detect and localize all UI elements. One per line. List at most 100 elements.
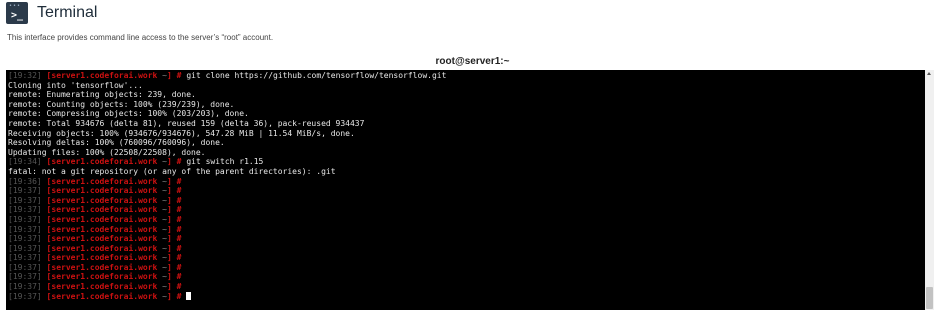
output-text: Resolving deltas: 100% (760096/760096), … <box>8 138 225 148</box>
terminal-scrollbar[interactable] <box>925 70 934 310</box>
prompt-symbol: # <box>176 214 182 224</box>
prompt-time: [19:37] <box>8 291 42 301</box>
terminal-output-line: Updating files: 100% (22508/22508), done… <box>8 148 923 158</box>
prompt-time: [19:37] <box>8 214 42 224</box>
terminal-output-line: fatal: not a git repository (or any of t… <box>8 167 923 177</box>
output-text: Receiving objects: 100% (934676/934676),… <box>8 128 355 138</box>
prompt-symbol: # <box>176 272 182 282</box>
prompt-bracket: ] <box>167 253 172 263</box>
terminal-output-line: Receiving objects: 100% (934676/934676),… <box>8 129 923 139</box>
prompt-command: git clone https://github.com/tensorflow/… <box>186 71 447 80</box>
prompt-symbol: # <box>176 176 182 186</box>
terminal-prompt-line: [19:37] [server1.codeforai.work ~] # <box>8 282 923 292</box>
prompt-bracket: ] <box>167 214 172 224</box>
prompt-bracket: ] <box>167 195 172 205</box>
output-text: remote: Counting objects: 100% (239/239)… <box>8 99 235 109</box>
terminal-prompt-line: [19:36] [server1.codeforai.work ~] # <box>8 177 923 187</box>
terminal-prompt-line: [19:37] [server1.codeforai.work ~] # <box>8 253 923 263</box>
prompt-time: [19:37] <box>8 224 42 234</box>
prompt-bracket: ] <box>167 272 172 282</box>
prompt-symbol: # <box>176 234 182 244</box>
prompt-symbol: # <box>176 243 182 253</box>
prompt-bracket: ] <box>167 224 172 234</box>
prompt-bracket: ] <box>167 157 172 167</box>
terminal-prompt-line: [19:37] [server1.codeforai.work ~] # <box>8 225 923 235</box>
prompt-host: server1.codeforai.work <box>51 262 158 272</box>
prompt-time: [19:34] <box>8 157 42 167</box>
terminal-prompt-line: [19:37] [server1.codeforai.work ~] # <box>8 291 923 302</box>
prompt-time: [19:37] <box>8 205 42 215</box>
prompt-symbol: # <box>176 157 182 167</box>
prompt-host: server1.codeforai.work <box>51 186 158 196</box>
terminal-prompt-line: [19:37] [server1.codeforai.work ~] # <box>8 186 923 196</box>
terminal-icon: ••• >_ <box>6 2 28 24</box>
prompt-host: server1.codeforai.work <box>51 253 158 263</box>
terminal-prompt-line: [19:37] [server1.codeforai.work ~] # <box>8 244 923 254</box>
page-header: ••• >_ Terminal <box>6 2 97 24</box>
prompt-host: server1.codeforai.work <box>51 282 158 292</box>
prompt-command: git switch r1.15 <box>186 157 264 167</box>
prompt-bracket: ] <box>167 243 172 253</box>
prompt-host: server1.codeforai.work <box>51 195 158 205</box>
prompt-time: [19:37] <box>8 195 42 205</box>
prompt-time: [19:37] <box>8 234 42 244</box>
prompt-bracket: ] <box>167 176 172 186</box>
prompt-bracket: ] <box>167 205 172 215</box>
output-text: Updating files: 100% (22508/22508), done… <box>8 147 206 157</box>
terminal-output-line: remote: Total 934676 (delta 81), reused … <box>8 119 923 129</box>
prompt-bracket: ] <box>167 71 172 80</box>
prompt-host: server1.codeforai.work <box>51 157 158 167</box>
output-text: fatal: not a git repository (or any of t… <box>8 166 336 176</box>
terminal-prompt-line: [19:37] [server1.codeforai.work ~] # <box>8 272 923 282</box>
prompt-time: [19:37] <box>8 186 42 196</box>
prompt-symbol: # <box>176 205 182 215</box>
scrollbar-thumb[interactable] <box>926 287 933 309</box>
output-text: remote: Total 934676 (delta 81), reused … <box>8 118 365 128</box>
output-text: remote: Enumerating objects: 239, done. <box>8 90 196 100</box>
terminal-window[interactable]: [19:32] [server1.codeforai.work ~] # git… <box>6 70 925 310</box>
terminal-output-line: Cloning into 'tensorflow'... <box>8 81 923 91</box>
prompt-symbol: # <box>176 291 182 301</box>
prompt-bracket: ] <box>167 234 172 244</box>
prompt-host: server1.codeforai.work <box>51 272 158 282</box>
terminal-output-line: remote: Enumerating objects: 239, done. <box>8 90 923 100</box>
terminal-prompt-line: [19:34] [server1.codeforai.work ~] # git… <box>8 157 923 167</box>
terminal-prompt-line: [19:37] [server1.codeforai.work ~] # <box>8 196 923 206</box>
terminal-output: [19:32] [server1.codeforai.work ~] # git… <box>6 70 925 301</box>
terminal-prompt-line: [19:37] [server1.codeforai.work ~] # <box>8 215 923 225</box>
prompt-host: server1.codeforai.work <box>51 234 158 244</box>
prompt-bracket: ] <box>167 186 172 196</box>
prompt-host: server1.codeforai.work <box>51 291 158 301</box>
prompt-host: server1.codeforai.work <box>51 205 158 215</box>
prompt-symbol: # <box>176 195 182 205</box>
terminal-output-line: remote: Counting objects: 100% (239/239)… <box>8 100 923 110</box>
terminal-prompt-line: [19:32] [server1.codeforai.work ~] # git… <box>8 71 923 81</box>
prompt-host: server1.codeforai.work <box>51 71 158 80</box>
prompt-time: [19:37] <box>8 282 42 292</box>
prompt-time: [19:37] <box>8 272 42 282</box>
prompt-symbol: # <box>176 253 182 263</box>
terminal-prompt-line: [19:37] [server1.codeforai.work ~] # <box>8 205 923 215</box>
terminal-prompt-line: [19:37] [server1.codeforai.work ~] # <box>8 234 923 244</box>
prompt-time: [19:37] <box>8 253 42 263</box>
scroll-up-icon[interactable] <box>927 72 931 75</box>
prompt-symbol: # <box>176 262 182 272</box>
prompt-time: [19:37] <box>8 243 42 253</box>
prompt-symbol: # <box>176 224 182 234</box>
prompt-time: [19:36] <box>8 176 42 186</box>
prompt-bracket: ] <box>167 262 172 272</box>
prompt-time: [19:37] <box>8 262 42 272</box>
terminal-cursor[interactable] <box>186 291 192 300</box>
page-title: Terminal <box>37 4 98 21</box>
output-text: Cloning into 'tensorflow'... <box>8 80 143 90</box>
prompt-host: server1.codeforai.work <box>51 176 158 186</box>
terminal-output-line: Resolving deltas: 100% (760096/760096), … <box>8 138 923 148</box>
output-text: remote: Compressing objects: 100% (203/2… <box>8 109 249 119</box>
prompt-bracket: ] <box>167 291 172 301</box>
prompt-time: [19:32] <box>8 71 42 80</box>
prompt-symbol: # <box>176 282 182 292</box>
prompt-symbol: # <box>176 71 182 80</box>
prompt-host: server1.codeforai.work <box>51 243 158 253</box>
prompt-symbol: # <box>176 186 182 196</box>
terminal-output-line: remote: Compressing objects: 100% (203/2… <box>8 109 923 119</box>
